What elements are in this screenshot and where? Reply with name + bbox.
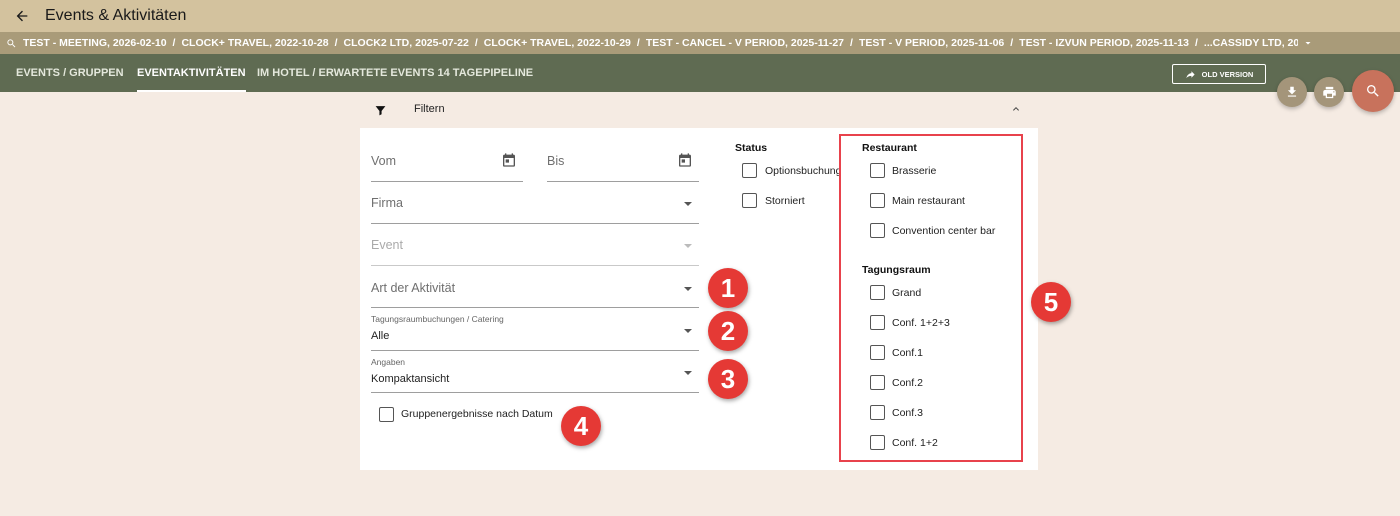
recent-separator: / xyxy=(474,37,478,49)
filter-header[interactable]: Filtern xyxy=(360,96,1038,124)
angaben-label: Angaben xyxy=(371,357,406,367)
recent-item[interactable]: TEST - IZVUN PERIOD, 2025-11-13 xyxy=(1019,37,1189,49)
redirect-arrow-icon xyxy=(1186,70,1195,78)
storniert-label: Storniert xyxy=(765,195,805,207)
calendar-icon[interactable] xyxy=(677,152,693,168)
chevron-up-icon[interactable] xyxy=(1010,103,1022,115)
search-icon xyxy=(6,38,17,49)
gruppenergebnisse-checkbox[interactable] xyxy=(379,407,394,422)
chevron-down-icon[interactable] xyxy=(1302,37,1314,49)
recent-item[interactable]: TEST - MEETING, 2026-02-10 xyxy=(23,37,167,49)
tab-pipeline[interactable]: PIPELINE xyxy=(483,54,533,92)
tagungsraumbuchungen-select[interactable]: Tagungsraumbuchungen / Catering Alle xyxy=(371,308,699,351)
app-title: Events & Aktivitäten xyxy=(45,7,187,24)
vom-placeholder: Vom xyxy=(371,154,397,168)
back-arrow-icon[interactable] xyxy=(12,6,32,26)
dropdown-arrow-icon xyxy=(684,202,692,206)
recent-items-bar: TEST - MEETING, 2026-02-10 / CLOCK+ TRAV… xyxy=(0,32,1400,54)
app-header: Events & Aktivitäten xyxy=(0,0,1400,32)
filter-icon xyxy=(374,104,387,117)
old-version-label: OLD VERSION xyxy=(1201,69,1254,79)
firma-select[interactable]: Firma xyxy=(371,182,699,224)
download-icon xyxy=(1287,86,1297,97)
nav-tabs: EVENTS / GRUPPEN EVENTAKTIVITÄTEN IM HOT… xyxy=(0,54,1400,92)
tagung-label: Tagungsraumbuchungen / Catering xyxy=(371,314,504,324)
recent-item[interactable]: TEST - CANCEL - V PERIOD, 2025-11-27 xyxy=(646,37,844,49)
marker-3: 3 xyxy=(708,359,748,399)
firma-placeholder: Firma xyxy=(371,196,403,210)
filter-label: Filtern xyxy=(414,103,445,115)
recent-separator: / xyxy=(1194,37,1198,49)
marker-5: 5 xyxy=(1031,282,1071,322)
recent-item[interactable]: ...CASSIDY LTD, 2025-08-2 xyxy=(1204,37,1298,49)
status-title: Status xyxy=(735,142,768,154)
old-version-button[interactable]: OLD VERSION xyxy=(1172,64,1266,84)
dropdown-arrow-icon xyxy=(684,244,692,248)
tab-events-gruppen[interactable]: EVENTS / GRUPPEN xyxy=(16,54,124,92)
angaben-select[interactable]: Angaben Kompaktansicht xyxy=(371,351,699,393)
gruppenergebnisse-label: Gruppenergebnisse nach Datum xyxy=(401,408,553,420)
marker-1: 1 xyxy=(708,268,748,308)
bis-date-field[interactable]: Bis xyxy=(547,140,699,182)
download-button[interactable] xyxy=(1277,77,1307,107)
recent-item[interactable]: CLOCK+ TRAVEL, 2022-10-29 xyxy=(484,37,631,49)
highlight-box xyxy=(839,134,1023,462)
event-placeholder: Event xyxy=(371,238,403,252)
print-icon xyxy=(1322,86,1336,98)
marker-2: 2 xyxy=(708,311,748,351)
dropdown-arrow-icon xyxy=(684,329,692,333)
art-der-aktivitaet-select[interactable]: Art der Aktivität xyxy=(371,266,699,308)
marker-4: 4 xyxy=(561,406,601,446)
optionsbuchung-checkbox[interactable] xyxy=(742,163,757,178)
angaben-value: Kompaktansicht xyxy=(371,373,450,385)
dropdown-arrow-icon xyxy=(684,287,692,291)
tagung-value: Alle xyxy=(371,330,390,342)
search-icon xyxy=(1367,85,1379,97)
storniert-checkbox[interactable] xyxy=(742,193,757,208)
recent-items-list: TEST - MEETING, 2026-02-10 / CLOCK+ TRAV… xyxy=(23,37,1298,49)
dropdown-arrow-icon xyxy=(684,371,692,375)
recent-separator: / xyxy=(636,37,640,49)
optionsbuchung-label: Optionsbuchung xyxy=(765,165,839,177)
recent-item[interactable]: CLOCK2 LTD, 2025-07-22 xyxy=(344,37,469,49)
search-button[interactable] xyxy=(1352,70,1394,112)
art-placeholder: Art der Aktivität xyxy=(371,281,456,295)
calendar-icon[interactable] xyxy=(501,152,517,168)
recent-item[interactable]: TEST - V PERIOD, 2025-11-06 xyxy=(859,37,1004,49)
recent-separator: / xyxy=(172,37,176,49)
recent-separator: / xyxy=(1010,37,1014,49)
recent-item[interactable]: CLOCK+ TRAVEL, 2022-10-28 xyxy=(181,37,328,49)
vom-date-field[interactable]: Vom xyxy=(371,140,523,182)
bis-placeholder: Bis xyxy=(547,154,565,168)
tab-im-hotel[interactable]: IM HOTEL / ERWARTETE EVENTS 14 TAGE xyxy=(257,54,483,92)
event-select[interactable]: Event xyxy=(371,224,699,266)
tab-eventaktivitaeten[interactable]: EVENTAKTIVITÄTEN xyxy=(137,54,246,92)
recent-separator: / xyxy=(334,37,338,49)
print-button[interactable] xyxy=(1314,77,1344,107)
recent-separator: / xyxy=(850,37,853,49)
